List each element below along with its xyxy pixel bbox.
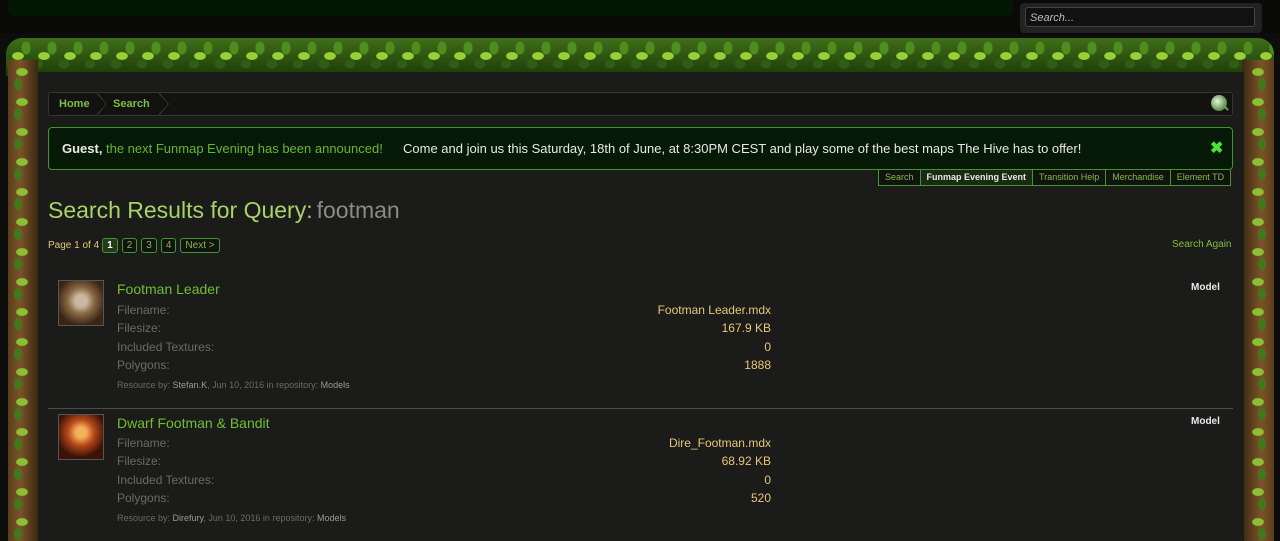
notice-tabs: Search Funmap Evening Event Transition H… bbox=[878, 170, 1232, 186]
breadcrumb-home[interactable]: Home bbox=[59, 93, 90, 115]
page-1-button[interactable]: 1 bbox=[102, 238, 118, 253]
page-title: Search Results for Query: footman bbox=[48, 197, 400, 224]
field-label: Included Textures: bbox=[117, 473, 215, 487]
field-value: 0 bbox=[764, 473, 771, 487]
result-author[interactable]: Stefan.K bbox=[173, 380, 208, 390]
field-value: 0 bbox=[764, 340, 771, 354]
result-thumbnail[interactable] bbox=[58, 280, 104, 326]
vine-border-right bbox=[1242, 60, 1274, 541]
field-value: Dire_Footman.mdx bbox=[668, 436, 771, 450]
result-meta: Resource by: Direfury, Jun 10, 2016 in r… bbox=[117, 513, 346, 523]
close-icon[interactable]: ✖ bbox=[1210, 128, 1223, 169]
breadcrumb-search[interactable]: Search bbox=[113, 93, 150, 115]
notice-announcement: the next Funmap Evening has been announc… bbox=[106, 141, 383, 156]
field-label: Polygons: bbox=[117, 358, 170, 372]
result-thumbnail[interactable] bbox=[58, 414, 104, 460]
page-3-button[interactable]: 3 bbox=[141, 238, 157, 253]
search-icon[interactable] bbox=[1211, 95, 1227, 111]
field-label: Polygons: bbox=[117, 491, 170, 505]
field-value: 520 bbox=[750, 491, 771, 505]
result-divider bbox=[48, 408, 1233, 409]
result-type: Model bbox=[1191, 282, 1220, 293]
result-title[interactable]: Footman Leader bbox=[117, 281, 220, 297]
search-again-link[interactable]: Search Again bbox=[1172, 239, 1232, 250]
page-4-button[interactable]: 4 bbox=[160, 238, 177, 253]
field-label: Filename: bbox=[117, 303, 170, 317]
result-repository[interactable]: Models bbox=[317, 513, 346, 523]
field-value: 167.9 KB bbox=[721, 321, 771, 335]
breadcrumb-separator bbox=[96, 92, 107, 116]
breadcrumb: Home Search bbox=[48, 92, 1233, 116]
top-bar: Search... bbox=[0, 0, 1280, 34]
pagination: Page 1 of 4 1 2 3 4 Next > bbox=[48, 237, 224, 254]
page-2-button[interactable]: 2 bbox=[121, 238, 138, 253]
result-repository[interactable]: Models bbox=[321, 380, 350, 390]
tab-element-td[interactable]: Element TD bbox=[1169, 170, 1232, 186]
notice-guest: Guest, bbox=[62, 141, 103, 156]
field-value: 68.92 KB bbox=[721, 454, 771, 468]
result-meta: Resource by: Stefan.K, Jun 10, 2016 in r… bbox=[117, 380, 350, 390]
top-nav-strip bbox=[8, 0, 1013, 16]
announcement-notice: Guest, the next Funmap Evening has been … bbox=[48, 127, 1233, 170]
search-container: Search... bbox=[1020, 3, 1262, 33]
tab-merchandise[interactable]: Merchandise bbox=[1105, 170, 1171, 186]
tab-search[interactable]: Search bbox=[878, 170, 921, 186]
field-value: 1888 bbox=[744, 358, 771, 372]
result-author[interactable]: Direfury bbox=[173, 513, 204, 523]
breadcrumb-separator bbox=[158, 92, 169, 116]
field-label: Filesize: bbox=[117, 321, 162, 335]
search-query: footman bbox=[316, 197, 400, 223]
meta-by-label: Resource by: bbox=[117, 380, 171, 390]
notice-body: Come and join us this Saturday, 18th of … bbox=[403, 141, 1082, 156]
meta-date: , Jun 10, 2016 in repository: bbox=[203, 513, 317, 523]
result-type: Model bbox=[1191, 416, 1220, 427]
tab-funmap-evening-event[interactable]: Funmap Evening Event bbox=[919, 170, 1034, 186]
result-title[interactable]: Dwarf Footman & Bandit bbox=[117, 415, 270, 431]
search-input[interactable]: Search... bbox=[1025, 7, 1255, 27]
meta-date: , Jun 10, 2016 in repository: bbox=[207, 380, 321, 390]
search-result: Dwarf Footman & Bandit Model Filename: D… bbox=[48, 414, 1233, 534]
field-label: Filesize: bbox=[117, 454, 162, 468]
tab-transition-help[interactable]: Transition Help bbox=[1032, 170, 1107, 186]
vine-border-left bbox=[8, 60, 38, 541]
next-page-button[interactable]: Next > bbox=[180, 238, 220, 253]
field-label: Filename: bbox=[117, 436, 170, 450]
field-label: Included Textures: bbox=[117, 340, 215, 354]
vine-border-top bbox=[6, 38, 1274, 76]
field-value: Footman Leader.mdx bbox=[657, 303, 771, 317]
meta-by-label: Resource by: bbox=[117, 513, 171, 523]
page-title-text: Search Results for Query: bbox=[48, 197, 313, 223]
search-result: Footman Leader Model Filename: Footman L… bbox=[48, 280, 1233, 400]
page-indicator: Page 1 of 4 bbox=[48, 240, 100, 251]
